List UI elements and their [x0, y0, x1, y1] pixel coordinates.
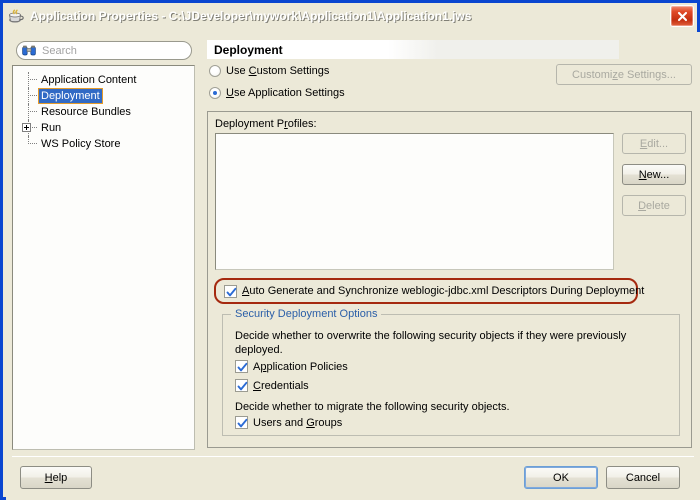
migrate-description: Decide whether to migrate the following … [235, 401, 510, 413]
search-input[interactable]: Search [16, 41, 192, 60]
application-policies-checkbox[interactable] [235, 360, 248, 373]
application-policies-checkbox-row[interactable]: Application Policies [235, 360, 348, 373]
users-and-groups-checkbox-row[interactable]: Users and Groups [235, 416, 342, 429]
panel-splitter[interactable] [198, 38, 204, 450]
credentials-checkbox-row[interactable]: Credentials [235, 379, 309, 392]
expand-icon[interactable] [22, 123, 31, 132]
deployment-profiles-list[interactable] [215, 133, 614, 270]
use-custom-settings-radio[interactable]: Use Custom Settings [209, 65, 329, 77]
tree-guide [19, 104, 39, 120]
credentials-checkbox[interactable] [235, 379, 248, 392]
tree-guide [19, 88, 39, 104]
page-title-banner: Deployment [207, 40, 619, 59]
sidebar-item-label: Deployment [38, 88, 103, 104]
application-properties-dialog: Application Properties - C:\JDeveloper\m… [0, 0, 700, 500]
sidebar-item-application-content[interactable]: Application Content [13, 72, 194, 88]
use-custom-settings-label: Use Custom Settings [226, 65, 330, 77]
radio-indicator-selected[interactable] [209, 87, 221, 99]
edit-profile-button[interactable]: Edit... [622, 133, 686, 154]
auto-generate-highlight-annotation: Auto Generate and Synchronize weblogic-j… [214, 278, 644, 304]
auto-generate-checkbox[interactable] [224, 284, 237, 298]
close-icon[interactable] [670, 5, 694, 27]
binoculars-icon [22, 45, 36, 56]
sidebar-item-ws-policy-store[interactable]: WS Policy Store [13, 136, 194, 152]
title-bar[interactable]: Application Properties - C:\JDeveloper\m… [3, 3, 697, 29]
deployment-profiles-label: Deployment Profiles: [215, 118, 317, 130]
customize-settings-button[interactable]: Customi z e Settings... [556, 64, 692, 85]
tree-guide [19, 72, 39, 88]
overwrite-description: Decide whether to overwrite the followin… [235, 330, 627, 356]
new-profile-button[interactable]: New... [622, 164, 686, 185]
security-group-title: Security Deployment Options [231, 308, 382, 320]
credentials-label: Credentials [253, 379, 309, 392]
sidebar-item-label: Resource Bundles [41, 106, 131, 118]
radio-indicator[interactable] [209, 65, 221, 77]
sidebar-item-label: Application Content [41, 74, 137, 86]
sidebar-item-resource-bundles[interactable]: Resource Bundles [13, 104, 194, 120]
application-settings-panel: Deployment Profiles: Edit... New... Dele… [207, 111, 692, 448]
sidebar-item-label: WS Policy Store [41, 138, 121, 150]
cancel-button[interactable]: Cancel [606, 466, 680, 489]
security-deployment-options-group: Security Deployment Options Decide wheth… [222, 308, 680, 436]
sidebar-item-run[interactable]: Run [13, 120, 194, 136]
tree-root: Application Content Deployment Resource … [13, 66, 194, 152]
search-placeholder: Search [42, 44, 77, 57]
window-title: Application Properties - C:\JDeveloper\m… [30, 9, 472, 23]
users-and-groups-checkbox[interactable] [235, 416, 248, 429]
tree-guide [19, 120, 39, 136]
settings-tree[interactable]: Application Content Deployment Resource … [12, 65, 195, 450]
navigation-panel: Search Application Content Deployment Re… [12, 38, 195, 450]
delete-profile-button[interactable]: Delete [622, 195, 686, 216]
sidebar-item-label: Run [41, 122, 62, 134]
sidebar-item-deployment[interactable]: Deployment [13, 88, 194, 104]
users-and-groups-label: Users and Groups [253, 416, 343, 429]
help-button[interactable]: Help [20, 466, 92, 489]
java-coffee-cup-icon [7, 7, 25, 25]
footer-separator [12, 456, 694, 457]
application-policies-label: Application Policies [253, 360, 348, 373]
use-application-settings-radio[interactable]: Use Application Settings [209, 87, 345, 99]
use-application-settings-label: Use Application Settings [226, 87, 345, 99]
deployment-page: Deployment Use Custom Settings Use Appli… [205, 38, 694, 450]
auto-generate-label: Auto Generate and Synchronize weblogic-j… [242, 285, 645, 297]
tree-guide [19, 136, 39, 152]
page-title: Deployment [214, 42, 283, 57]
dialog-client-area: Search Application Content Deployment Re… [6, 32, 700, 500]
ok-button[interactable]: OK [524, 466, 598, 489]
